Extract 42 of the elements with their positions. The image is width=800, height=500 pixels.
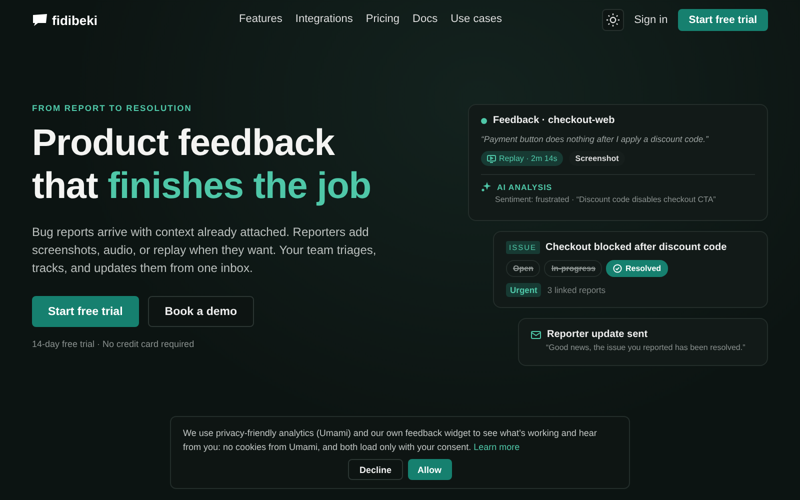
brand-name[interactable]: fidibeki [52, 12, 98, 28]
start-trial-button[interactable]: Start free trial [32, 296, 139, 327]
book-demo-button[interactable]: Book a demo [148, 296, 254, 327]
headline-accent: finishes the job [108, 165, 371, 206]
decline-button[interactable]: Decline [348, 459, 402, 480]
card-title: Reporter update sent [547, 329, 648, 340]
cookie-text: We use privacy-friendly analytics (Umami) and our own feedback widget to see what’s working and hear from you: no cookies from Umami, and both load only with your consent. Learn more [183, 427, 598, 454]
nav-link[interactable]: Pricing [366, 13, 400, 25]
status-dot-icon [481, 118, 487, 124]
sun-icon [606, 13, 620, 27]
nav-link[interactable]: Docs [412, 13, 438, 25]
nav-link[interactable]: Use cases [450, 13, 502, 25]
linked-reports-text: 3 linked reports [547, 285, 606, 295]
eyebrow-text: FROM REPORT TO RESOLUTION [32, 103, 193, 113]
screenshot-chip[interactable]: Screenshot [569, 151, 625, 166]
learn-more-link[interactable]: Learn more [474, 442, 520, 452]
update-text: “Good news, the issue you reported has been resolved.” [546, 343, 746, 352]
card-title: Feedback · checkout-web [493, 115, 615, 126]
sign-in-link[interactable]: Sign in [634, 14, 668, 26]
sparkle-icon [481, 182, 491, 192]
status-pill[interactable]: Open [506, 260, 540, 277]
start-trial-button[interactable]: Start free trial [678, 9, 768, 31]
ai-analysis-text: Sentiment: frustrated · “Discount code disables checkout CTA” [495, 195, 717, 204]
allow-button[interactable]: Allow [408, 459, 452, 480]
nav-link[interactable]: Features [239, 13, 282, 25]
headline: that [32, 165, 98, 206]
replay-chip[interactable]: Replay · 2m 14s [481, 151, 564, 166]
priority-badge: Urgent [506, 283, 542, 297]
trial-note: 14-day free trial · No credit card required [32, 339, 196, 349]
headline: Product feedback [32, 121, 336, 164]
replay-icon [487, 154, 496, 162]
logo-icon [32, 14, 48, 26]
feedback-quote: “Payment button does nothing after I apply a discount code.” [481, 134, 710, 144]
card-title: Checkout blocked after discount code [546, 242, 727, 253]
hero-description: Bug reports arrive with context already attached. Reporters add screenshots, audio, or replay when they want. Your team triages, tracks, and updates them from one inbox. [32, 224, 378, 277]
mail-icon [531, 330, 541, 338]
status-pill[interactable]: Resolved [606, 260, 668, 277]
theme-toggle-button[interactable] [602, 9, 624, 31]
ai-analysis-label: AI ANALYSIS [497, 182, 552, 192]
status-pill[interactable]: In-progress [544, 260, 602, 277]
nav-link[interactable]: Integrations [295, 13, 353, 25]
check-circle-icon [613, 264, 622, 273]
